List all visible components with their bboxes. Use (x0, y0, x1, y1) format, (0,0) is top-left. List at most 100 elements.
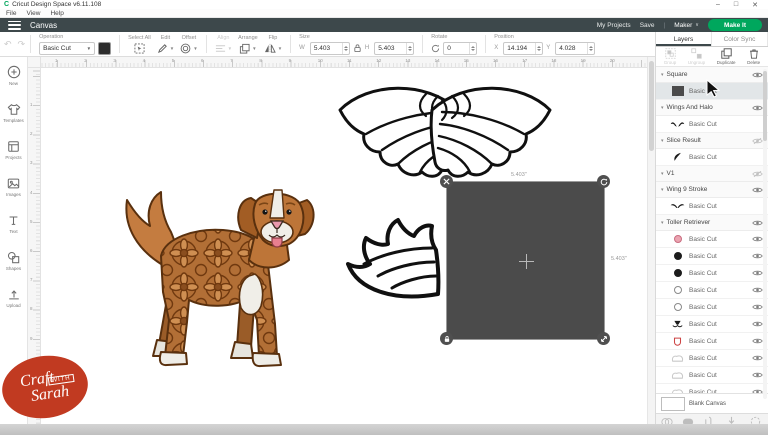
menu-help[interactable]: Help (50, 10, 63, 17)
layer-group-wing-9-stroke[interactable]: ▾Wing 9 Stroke (656, 182, 768, 198)
disclosure-icon[interactable]: ▾ (661, 220, 664, 226)
save-link[interactable]: Save (640, 22, 655, 29)
select-all-button[interactable] (134, 43, 145, 54)
eye-icon[interactable] (752, 219, 763, 227)
disclosure-icon[interactable]: ▾ (661, 187, 664, 193)
machine-selector[interactable]: Maker ∨ (674, 22, 699, 29)
width-stepper[interactable] (342, 43, 349, 54)
duplicate-button[interactable]: Duplicate (717, 48, 736, 65)
layer-row[interactable]: Basic Cut (656, 198, 768, 215)
layer-row[interactable]: Basic Cut (656, 248, 768, 265)
offset-button[interactable]: ▼ (180, 43, 197, 54)
position-y-stepper[interactable] (587, 43, 594, 54)
position-y-input[interactable]: 4.028 (555, 42, 595, 55)
align-button[interactable]: ▼ (215, 43, 232, 54)
single-wing-art[interactable] (334, 204, 450, 318)
eye-icon[interactable] (752, 235, 763, 243)
operation-select[interactable]: Basic Cut▼ (39, 42, 95, 55)
eye-icon[interactable] (752, 320, 763, 328)
sidebar-item-templates[interactable]: Templates (0, 94, 27, 131)
layer-group-wings-and-halo[interactable]: ▾Wings And Halo (656, 100, 768, 116)
lock-aspect-icon[interactable] (353, 43, 362, 53)
height-stepper[interactable] (406, 43, 413, 54)
eye-icon[interactable] (752, 371, 763, 379)
layer-row[interactable]: Basic Cut (656, 83, 768, 100)
maximize-button[interactable]: □ (734, 1, 738, 9)
ruler-number: 5 (172, 58, 175, 63)
eye-icon[interactable] (752, 388, 763, 393)
close-button[interactable]: ✕ (752, 1, 758, 9)
design-canvas[interactable]: 5.403" 5.403" (41, 68, 647, 424)
eye-icon[interactable] (752, 71, 763, 79)
menu-file[interactable]: File (6, 10, 16, 17)
layer-group-slice-result[interactable]: ▾Slice Result (656, 133, 768, 149)
minimize-button[interactable]: – (716, 1, 720, 9)
sidebar-item-upload[interactable]: Upload (0, 279, 27, 316)
rotate-handle[interactable] (597, 175, 610, 188)
eye-icon[interactable] (752, 252, 763, 260)
layers-scrollbar[interactable] (763, 69, 767, 399)
toller-retriever-art[interactable] (99, 168, 315, 370)
width-input[interactable]: 5.403 (310, 42, 350, 55)
layer-group-square[interactable]: ▾Square (656, 67, 768, 83)
menu-view[interactable]: View (26, 10, 40, 17)
canvas-vertical-scrollbar[interactable] (647, 57, 655, 424)
layer-row[interactable]: Basic Cut (656, 282, 768, 299)
eye-icon[interactable] (752, 286, 763, 294)
undo-icon[interactable]: ↶ (4, 39, 12, 50)
eye-icon[interactable] (752, 354, 763, 362)
eye-hidden-icon[interactable] (752, 137, 763, 145)
ungroup-button[interactable]: Ungroup (688, 48, 705, 65)
layer-group-toller-retriever[interactable]: ▾Toller Retriever (656, 215, 768, 231)
eye-icon[interactable] (752, 269, 763, 277)
sidebar-item-shapes[interactable]: Shapes (0, 242, 27, 279)
my-projects-link[interactable]: My Projects (597, 22, 631, 29)
sidebar-item-new[interactable]: New (0, 57, 27, 94)
group-button[interactable]: Group (664, 48, 677, 65)
layer-row[interactable]: Basic Cut (656, 316, 768, 333)
lock-handle[interactable] (440, 332, 453, 345)
tab-layers[interactable]: Layers (656, 32, 712, 46)
redo-icon[interactable]: ↷ (18, 39, 26, 50)
disclosure-icon[interactable]: ▾ (661, 138, 664, 144)
layer-row[interactable]: Basic Cut (656, 265, 768, 282)
delete-handle[interactable] (440, 175, 453, 188)
layer-row[interactable]: Basic Cut (656, 149, 768, 166)
layer-row[interactable]: Basic Cut (656, 367, 768, 384)
position-x-stepper[interactable] (535, 43, 542, 54)
square-shape[interactable] (447, 182, 604, 339)
layer-row[interactable]: Basic Cut (656, 384, 768, 393)
sidebar-item-projects[interactable]: Projects (0, 131, 27, 168)
height-input[interactable]: 5.403 (374, 42, 414, 55)
flip-button[interactable]: ▼ (264, 43, 282, 54)
layer-group-v1[interactable]: ▾V1 (656, 166, 768, 182)
layer-row[interactable]: Basic Cut (656, 333, 768, 350)
arrange-button[interactable]: ▼ (239, 43, 256, 54)
layer-row[interactable]: Basic Cut (656, 231, 768, 248)
color-swatch[interactable] (98, 42, 111, 55)
disclosure-icon[interactable]: ▾ (661, 105, 664, 111)
rotate-input[interactable]: 0 (443, 42, 477, 55)
layer-row[interactable]: Basic Cut (656, 116, 768, 133)
layer-row[interactable]: Basic Cut (656, 299, 768, 316)
layer-row[interactable]: Basic Cut (656, 350, 768, 367)
eye-icon[interactable] (752, 337, 763, 345)
resize-handle[interactable] (597, 332, 610, 345)
eye-icon[interactable] (752, 186, 763, 194)
eye-hidden-icon[interactable] (752, 170, 763, 178)
tab-color-sync[interactable]: Color Sync (712, 32, 768, 46)
layer-row-blank-canvas[interactable]: Blank Canvas (656, 393, 768, 413)
rotate-stepper[interactable] (469, 43, 476, 54)
layer-label: Basic Cut (689, 287, 752, 294)
eye-icon[interactable] (752, 104, 763, 112)
position-x-input[interactable]: 14.194 (503, 42, 543, 55)
hamburger-menu-icon[interactable] (8, 21, 21, 30)
make-it-button[interactable]: Make It (708, 19, 762, 31)
edit-button[interactable]: ▼ (157, 43, 174, 54)
eye-icon[interactable] (752, 303, 763, 311)
disclosure-icon[interactable]: ▾ (661, 171, 664, 177)
disclosure-icon[interactable]: ▾ (661, 72, 664, 78)
sidebar-item-images[interactable]: Images (0, 168, 27, 205)
delete-button[interactable]: Delete (747, 48, 760, 65)
sidebar-item-text[interactable]: Text (0, 205, 27, 242)
